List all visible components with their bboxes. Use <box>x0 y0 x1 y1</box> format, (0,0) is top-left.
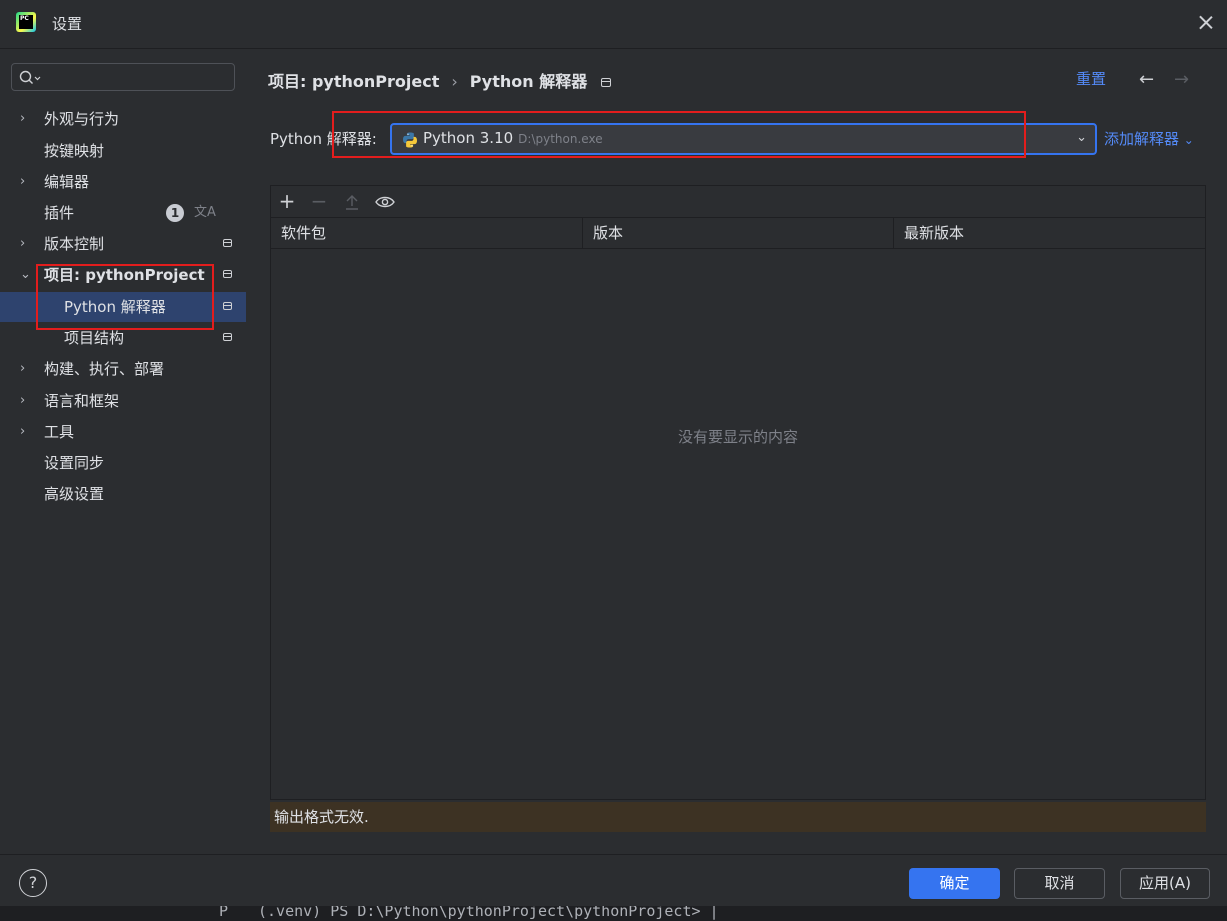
help-icon[interactable]: ? <box>19 869 47 897</box>
chevron-down-icon: ⌄ <box>20 267 31 282</box>
apply-button[interactable]: 应用(A) <box>1120 868 1210 899</box>
warning-banner: 输出格式无效. <box>270 802 1206 832</box>
back-arrow-icon[interactable]: ← <box>1139 69 1154 90</box>
sidebar-item-project-structure[interactable]: 项目结构 <box>0 323 246 353</box>
packages-toolbar: + − <box>271 186 1205 218</box>
breadcrumb: 项目: pythonProject › Python 解释器 <box>268 68 612 92</box>
project-scope-icon <box>223 333 232 341</box>
sidebar-item-tools[interactable]: › 工具 <box>0 417 246 447</box>
add-interpreter-button[interactable]: 添加解释器 ⌄ <box>1104 128 1194 149</box>
packages-table: + − 软件包 版本 最新版本 没有要显示的内容 <box>270 185 1206 800</box>
main-panel: 项目: pythonProject › Python 解释器 重置 ← → Pyth… <box>246 49 1227 854</box>
empty-state-text: 没有要显示的内容 <box>677 428 798 446</box>
interpreter-value: Python 3.10 D:\python.exe <box>423 129 603 147</box>
eye-icon[interactable] <box>373 190 397 214</box>
sidebar-item-languages[interactable]: › 语言和框架 <box>0 386 246 416</box>
sidebar-item-label: 版本控制 <box>44 235 105 253</box>
background-terminal: P (.venv) PS D:\Python\pythonProject\pyt… <box>0 906 1227 921</box>
search-input[interactable] <box>46 67 230 89</box>
project-scope-icon <box>223 302 232 310</box>
remove-icon[interactable]: − <box>307 190 331 214</box>
breadcrumb-project[interactable]: 项目: pythonProject <box>268 72 439 91</box>
pycharm-logo-icon: PC <box>16 12 36 32</box>
title-bar: PC 设置 <box>0 0 1227 49</box>
translate-icon: 文A <box>194 205 216 220</box>
dialog-title: 设置 <box>52 15 83 33</box>
add-icon[interactable]: + <box>275 190 299 214</box>
project-scope-icon <box>223 239 232 247</box>
cancel-button[interactable]: 取消 <box>1014 868 1105 899</box>
sidebar-item-label: 编辑器 <box>44 173 90 191</box>
plugin-count-badge: 1 <box>166 204 184 222</box>
sidebar-item-build[interactable]: › 构建、执行、部署 <box>0 354 246 384</box>
chevron-right-icon: › <box>20 111 26 126</box>
chevron-right-icon: › <box>20 424 26 439</box>
breadcrumb-current: Python 解释器 <box>469 72 588 91</box>
sidebar-item-label: 高级设置 <box>44 485 105 503</box>
terminal-prefix: P <box>219 906 229 920</box>
settings-dialog: PC 设置 › 外观与行为 按键映射 › 编辑器 插件 1 文A › 版本控制 … <box>0 0 1227 907</box>
sidebar-item-project[interactable]: ⌄ 项目: pythonProject <box>0 260 246 290</box>
sidebar-item-label: 外观与行为 <box>44 110 120 128</box>
terminal-command-line: (.venv) PS D:\Python\pythonProject\pytho… <box>258 906 719 920</box>
forward-arrow-icon[interactable]: → <box>1174 69 1189 90</box>
search-icon <box>19 70 41 84</box>
project-scope-icon <box>601 78 612 87</box>
sidebar-item-label: 语言和框架 <box>44 392 120 410</box>
interpreter-dropdown[interactable]: Python 3.10 D:\python.exe ⌄ <box>390 123 1097 155</box>
interpreter-label: Python 解释器: <box>270 130 377 148</box>
sidebar-item-label: 设置同步 <box>44 454 105 472</box>
column-header-latest-version[interactable]: 最新版本 <box>893 218 1205 248</box>
settings-sidebar: › 外观与行为 按键映射 › 编辑器 插件 1 文A › 版本控制 ⌄ 项目: … <box>0 49 246 854</box>
python-logo-icon <box>403 132 417 148</box>
sidebar-item-keymap[interactable]: 按键映射 <box>0 136 246 166</box>
chevron-down-icon: ⌄ <box>1076 130 1087 145</box>
search-field[interactable] <box>11 63 235 91</box>
sidebar-item-appearance[interactable]: › 外观与行为 <box>0 104 246 134</box>
sidebar-item-editor[interactable]: › 编辑器 <box>0 167 246 197</box>
sidebar-item-vcs[interactable]: › 版本控制 <box>0 229 246 259</box>
sidebar-item-label: 构建、执行、部署 <box>44 360 165 378</box>
chevron-right-icon: › <box>20 393 26 408</box>
sidebar-item-advanced[interactable]: 高级设置 <box>0 479 246 509</box>
sidebar-item-label: 按键映射 <box>44 142 105 160</box>
sidebar-item-label: Python 解释器 <box>64 298 166 316</box>
sidebar-item-plugins[interactable]: 插件 1 文A <box>0 198 246 228</box>
sidebar-item-label: 工具 <box>44 423 75 441</box>
sidebar-item-label: 项目: pythonProject <box>44 266 205 284</box>
table-header: 软件包 版本 最新版本 <box>271 218 1205 249</box>
dialog-footer: ? 确定 取消 应用(A) <box>0 854 1227 907</box>
breadcrumb-separator: › <box>451 72 458 91</box>
sidebar-item-settings-sync[interactable]: 设置同步 <box>0 448 246 478</box>
column-header-package[interactable]: 软件包 <box>271 218 583 248</box>
upgrade-icon[interactable] <box>340 190 364 214</box>
ok-button[interactable]: 确定 <box>909 868 1000 899</box>
reset-link[interactable]: 重置 <box>1076 68 1106 89</box>
column-header-version[interactable]: 版本 <box>582 218 894 248</box>
close-icon[interactable] <box>1195 12 1217 34</box>
chevron-right-icon: › <box>20 236 26 251</box>
chevron-right-icon: › <box>20 174 26 189</box>
project-scope-icon <box>223 270 232 278</box>
sidebar-item-python-interpreter[interactable]: Python 解释器 <box>0 292 246 322</box>
chevron-right-icon: › <box>20 361 26 376</box>
chevron-down-icon: ⌄ <box>1183 133 1194 147</box>
interpreter-path: D:\python.exe <box>518 132 603 146</box>
sidebar-item-label: 插件 <box>44 204 75 222</box>
sidebar-item-label: 项目结构 <box>64 329 125 347</box>
